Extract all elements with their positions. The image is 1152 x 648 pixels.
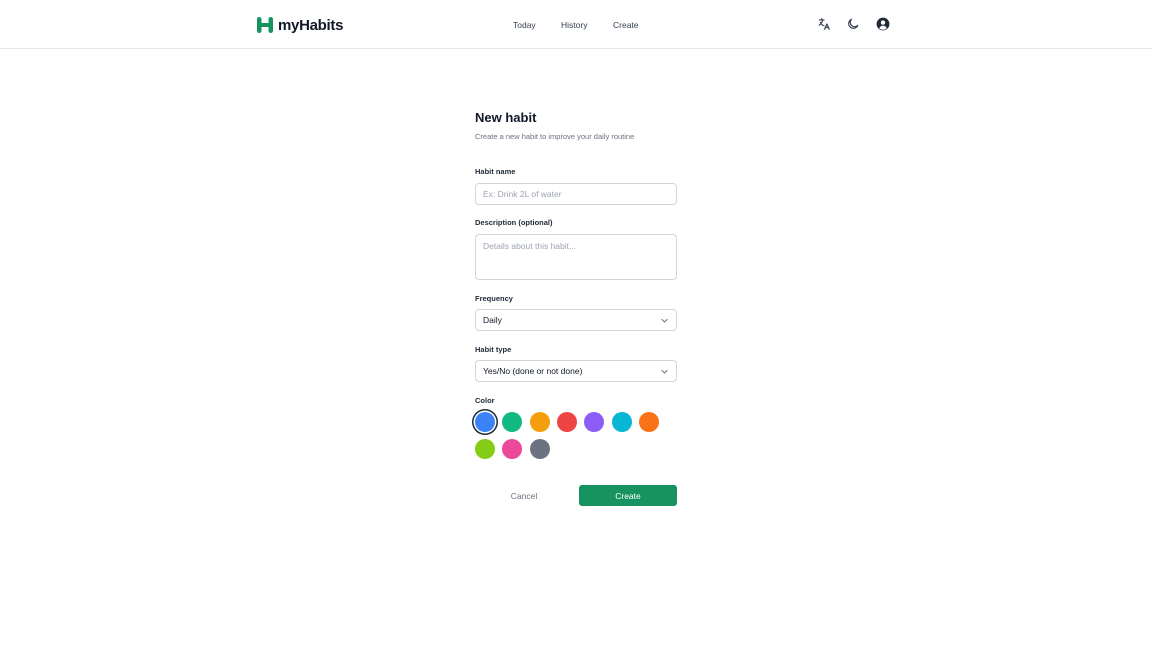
nav-history[interactable]: History	[561, 17, 587, 33]
frequency-select[interactable]: Daily	[475, 309, 677, 331]
top-header: myHabits Today History Create	[0, 0, 1152, 49]
habit-name-input[interactable]	[475, 183, 677, 205]
description-label: Description (optional)	[475, 218, 553, 227]
translate-icon[interactable]	[817, 17, 831, 31]
main-nav: Today History Create	[0, 17, 1152, 33]
color-label: Color	[475, 396, 495, 405]
habit-type-label: Habit type	[475, 345, 512, 354]
page-title: New habit	[475, 110, 537, 125]
new-habit-form-header: New habit Create a new habit to improve …	[475, 110, 677, 142]
cancel-button[interactable]: Cancel	[475, 485, 573, 506]
color-swatch[interactable]	[556, 412, 577, 432]
color-swatch[interactable]	[638, 412, 659, 432]
nav-today[interactable]: Today	[513, 17, 536, 33]
habit-name-label: Habit name	[475, 167, 516, 176]
color-swatch[interactable]	[529, 439, 550, 459]
color-swatch[interactable]	[502, 412, 523, 432]
frequency-label: Frequency	[475, 294, 513, 303]
color-swatch[interactable]	[584, 412, 605, 432]
color-swatch[interactable]	[475, 439, 495, 459]
color-swatch[interactable]	[529, 412, 550, 432]
habit-type-value: Yes/No (done or not done)	[483, 366, 583, 376]
chevron-down-icon	[661, 318, 668, 322]
description-textarea[interactable]	[475, 234, 677, 280]
user-avatar-icon[interactable]	[876, 17, 890, 31]
color-swatch[interactable]	[611, 412, 632, 432]
color-swatch[interactable]	[502, 439, 523, 459]
nav-create[interactable]: Create	[613, 17, 639, 33]
frequency-value: Daily	[483, 315, 502, 325]
color-swatch[interactable]	[475, 412, 495, 432]
habit-type-select[interactable]: Yes/No (done or not done)	[475, 360, 677, 382]
page-subtitle: Create a new habit to improve your daily…	[475, 132, 635, 141]
create-button[interactable]: Create	[579, 485, 677, 506]
moon-icon[interactable]	[846, 17, 860, 31]
chevron-down-icon	[661, 369, 668, 373]
